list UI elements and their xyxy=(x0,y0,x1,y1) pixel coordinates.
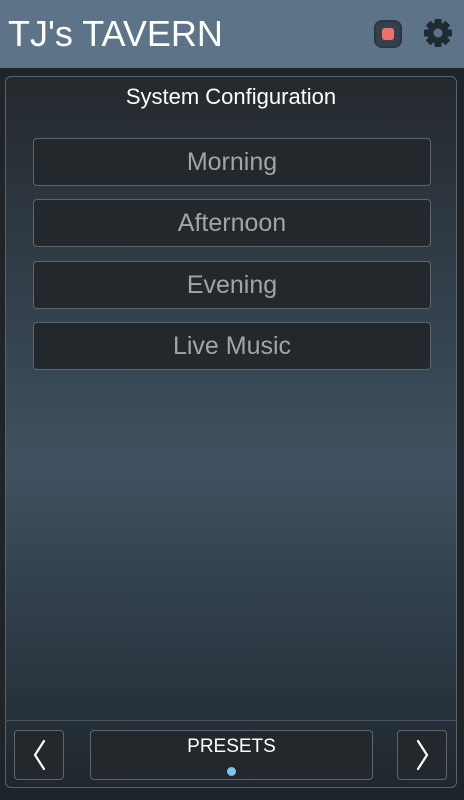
app-screen: TJ's TAVERN System Configuration Morning… xyxy=(0,0,464,800)
settings-button[interactable] xyxy=(422,16,454,50)
preset-button-afternoon[interactable]: Afternoon xyxy=(33,199,431,247)
chevron-left-icon xyxy=(33,739,46,771)
preset-button-live-music[interactable]: Live Music xyxy=(33,322,431,370)
next-page-button[interactable] xyxy=(397,730,447,780)
configuration-panel: System Configuration Morning Afternoon E… xyxy=(5,76,457,788)
record-stop-icon xyxy=(382,28,394,40)
previous-page-button[interactable] xyxy=(14,730,64,780)
section-title: System Configuration xyxy=(125,84,337,109)
page-label: PRESETS xyxy=(187,736,276,757)
preset-button-evening[interactable]: Evening xyxy=(33,261,431,309)
chevron-right-icon xyxy=(416,739,429,771)
preset-button-morning[interactable]: Morning xyxy=(33,138,431,186)
page-indicator-button[interactable]: PRESETS xyxy=(90,730,373,780)
page-dot-active xyxy=(227,767,236,776)
record-button[interactable] xyxy=(374,20,402,48)
gear-icon xyxy=(424,19,452,47)
app-title: TJ's TAVERN xyxy=(8,13,223,54)
footer-nav: PRESETS xyxy=(5,720,457,788)
header-bar: TJ's TAVERN xyxy=(0,0,464,68)
